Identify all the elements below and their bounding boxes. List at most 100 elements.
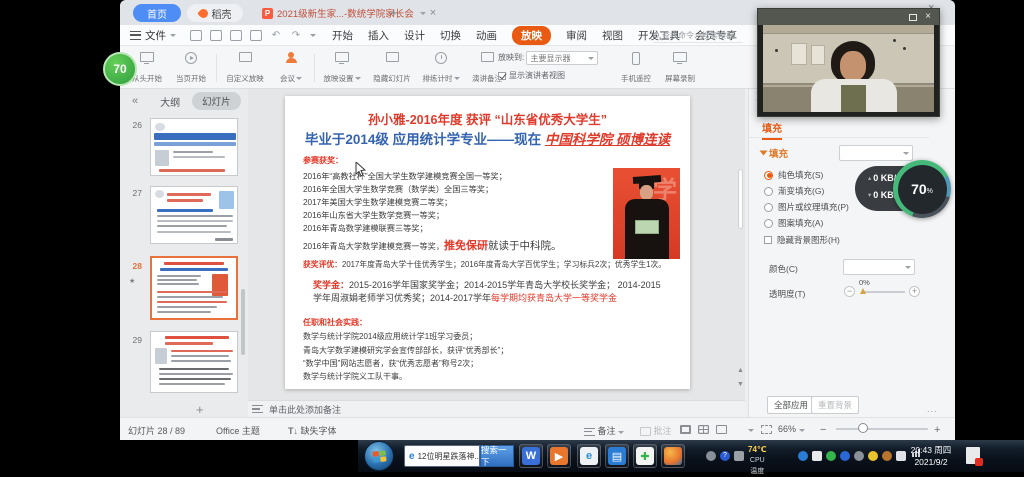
outline-tab[interactable]: 大纲 bbox=[160, 94, 180, 109]
quick-access-caret-icon[interactable] bbox=[310, 34, 316, 37]
tray-help-icon[interactable]: ? bbox=[720, 451, 730, 461]
meeting-button[interactable]: 会议 bbox=[272, 50, 310, 86]
transparency-slider-track[interactable] bbox=[861, 291, 905, 293]
taskbar-clock[interactable]: 20:43 周四 2021/9/2 bbox=[905, 444, 957, 468]
tray-flag-icon[interactable] bbox=[812, 451, 822, 461]
hide-slide-button[interactable]: 隐藏幻灯片 bbox=[368, 50, 416, 86]
sidebar-scrollbar[interactable] bbox=[241, 289, 245, 355]
notes-bar[interactable]: 单击此处添加备注 bbox=[248, 400, 745, 417]
collapse-sidebar-icon[interactable]: « bbox=[132, 95, 138, 107]
command-search-input[interactable]: 查找命令、搜索模板 bbox=[653, 28, 743, 43]
fill-section-header[interactable]: 填充 bbox=[761, 146, 788, 160]
menu-view[interactable]: 视图 bbox=[602, 28, 623, 43]
zoom-out-button[interactable]: − bbox=[820, 424, 826, 436]
slides-tab-active[interactable]: 幻灯片 bbox=[192, 92, 241, 110]
gradient-fill-radio[interactable]: 渐变填充(G) bbox=[764, 185, 824, 197]
maximize-icon[interactable] bbox=[909, 14, 917, 21]
previous-slide-button[interactable]: ▲ bbox=[737, 367, 744, 374]
fit-slide-button[interactable] bbox=[761, 424, 772, 434]
pattern-fill-radio[interactable]: 图案填充(A) bbox=[764, 217, 823, 229]
zoom-percent[interactable]: 66% bbox=[778, 424, 805, 434]
menu-insert[interactable]: 插入 bbox=[368, 28, 389, 43]
green-percent-badge[interactable]: 70 bbox=[103, 52, 137, 86]
taskbar-app-browser[interactable] bbox=[661, 444, 685, 468]
menu-slideshow-active[interactable]: 放映 bbox=[512, 26, 551, 45]
custom-show-button[interactable]: 自定义放映 bbox=[220, 50, 270, 86]
close-icon[interactable]: × bbox=[925, 12, 931, 22]
file-menu[interactable]: 文件 bbox=[130, 28, 176, 43]
taskbar-app-presentation[interactable]: ▶ bbox=[547, 444, 571, 468]
display-select[interactable]: 主要显示器 bbox=[526, 51, 598, 65]
menu-start[interactable]: 开始 bbox=[332, 28, 353, 43]
slide-thumbnail-27[interactable] bbox=[150, 186, 238, 244]
tray-shield-icon[interactable] bbox=[868, 451, 878, 461]
tray-green-icon[interactable] bbox=[826, 451, 836, 461]
tab-docer[interactable]: 稻壳 bbox=[187, 4, 243, 22]
zoom-slider-knob[interactable] bbox=[858, 423, 868, 433]
performance-ring-widget[interactable]: 70 % bbox=[893, 160, 951, 218]
print-preview-icon[interactable] bbox=[250, 30, 262, 41]
graduate-photo[interactable]: 学 bbox=[613, 168, 680, 259]
phone-remote-button[interactable]: 手机遥控 bbox=[616, 50, 656, 86]
rehearse-timing-button[interactable]: 排练计时 bbox=[418, 50, 464, 86]
tab-home[interactable]: 首页 bbox=[133, 4, 181, 22]
taskbar-app-wps[interactable]: W bbox=[519, 444, 543, 468]
tray-hidden-icons[interactable] bbox=[706, 451, 716, 461]
zoom-in-button[interactable]: + bbox=[934, 424, 940, 436]
transparency-slider-marker[interactable] bbox=[860, 288, 866, 294]
taskbar-search-box[interactable]: e 12位明星跌落神... bbox=[404, 445, 480, 467]
solid-fill-radio[interactable]: 纯色填充(S) bbox=[764, 169, 823, 181]
tab-document[interactable]: P 2021级新生家...-数统学院家长会 × bbox=[262, 3, 436, 23]
new-tab-button[interactable]: + bbox=[390, 5, 398, 20]
tray-misc-icon[interactable] bbox=[734, 451, 744, 461]
color-select[interactable] bbox=[843, 259, 915, 275]
close-document-tab-icon[interactable]: × bbox=[430, 8, 436, 19]
taskbar-app-ie[interactable]: e bbox=[577, 444, 601, 468]
panel-more-button[interactable]: ... bbox=[927, 404, 938, 414]
notification-icon-with-badge[interactable] bbox=[966, 447, 980, 464]
transparency-minus-button[interactable]: − bbox=[844, 286, 855, 297]
undo-icon[interactable]: ↶ bbox=[270, 30, 282, 41]
fill-style-select[interactable] bbox=[839, 145, 913, 161]
tray-bluetooth-icon[interactable] bbox=[840, 451, 850, 461]
missing-font-warning[interactable]: T↓ 缺失字体 bbox=[288, 424, 337, 437]
view-options-caret-icon[interactable] bbox=[748, 424, 754, 434]
tray-blue-icon[interactable] bbox=[798, 451, 808, 461]
add-slide-button[interactable]: + bbox=[196, 402, 204, 417]
transparency-plus-button[interactable]: + bbox=[909, 286, 920, 297]
taskbar-app-media[interactable]: ▤ bbox=[605, 444, 629, 468]
reading-view-button[interactable] bbox=[716, 424, 727, 434]
video-window-titlebar[interactable]: × bbox=[758, 9, 939, 25]
redo-icon[interactable]: ↷ bbox=[290, 30, 302, 41]
menu-review[interactable]: 审阅 bbox=[566, 28, 587, 43]
print-icon[interactable] bbox=[230, 30, 242, 41]
save-icon[interactable] bbox=[190, 30, 202, 41]
taskbar-app-antivirus[interactable]: ✚ bbox=[633, 444, 657, 468]
slide-sorter-view-button[interactable] bbox=[698, 424, 709, 434]
picture-fill-radio[interactable]: 图片或纹理填充(P) bbox=[764, 201, 849, 213]
notes-toggle-button[interactable]: 备注 bbox=[580, 424, 624, 437]
zoom-slider-track[interactable] bbox=[836, 428, 928, 430]
tray-orange-icon[interactable] bbox=[882, 451, 892, 461]
show-settings-button[interactable]: 放映设置 bbox=[318, 50, 366, 86]
slide-canvas[interactable]: 孙小雅-2016年度 获评 “山东省优秀大学生” 毕业于2014级 应用统计学专… bbox=[285, 96, 690, 389]
normal-view-button[interactable] bbox=[680, 424, 691, 434]
taskbar-search-button[interactable]: 搜索一下 bbox=[480, 445, 514, 467]
export-pdf-icon[interactable] bbox=[210, 30, 222, 41]
menu-transition[interactable]: 切换 bbox=[440, 28, 461, 43]
apply-all-button[interactable]: 全部应用 bbox=[767, 396, 815, 414]
menu-design[interactable]: 设计 bbox=[404, 28, 425, 43]
tray-network-icon[interactable] bbox=[854, 451, 864, 461]
slide-area-scrollbar[interactable] bbox=[738, 169, 743, 229]
menu-animation[interactable]: 动画 bbox=[476, 28, 497, 43]
next-slide-button[interactable]: ▼ bbox=[737, 381, 744, 388]
tab-menu-caret-icon[interactable] bbox=[420, 12, 426, 15]
from-current-button[interactable]: 当页开始 bbox=[170, 50, 212, 86]
cpu-temperature-widget[interactable]: 74℃ CPU温度 bbox=[748, 444, 767, 477]
theme-name[interactable]: Office 主题 bbox=[216, 424, 260, 437]
hide-background-checkbox[interactable]: 隐藏背景图形(H) bbox=[764, 234, 840, 246]
presenter-view-checkbox[interactable]: 显示演讲者视图 bbox=[498, 70, 598, 81]
slide-thumbnail-26[interactable] bbox=[150, 118, 238, 176]
slide-thumbnail-29[interactable] bbox=[150, 331, 238, 393]
screen-record-button[interactable]: 屏幕录制 bbox=[660, 50, 700, 86]
